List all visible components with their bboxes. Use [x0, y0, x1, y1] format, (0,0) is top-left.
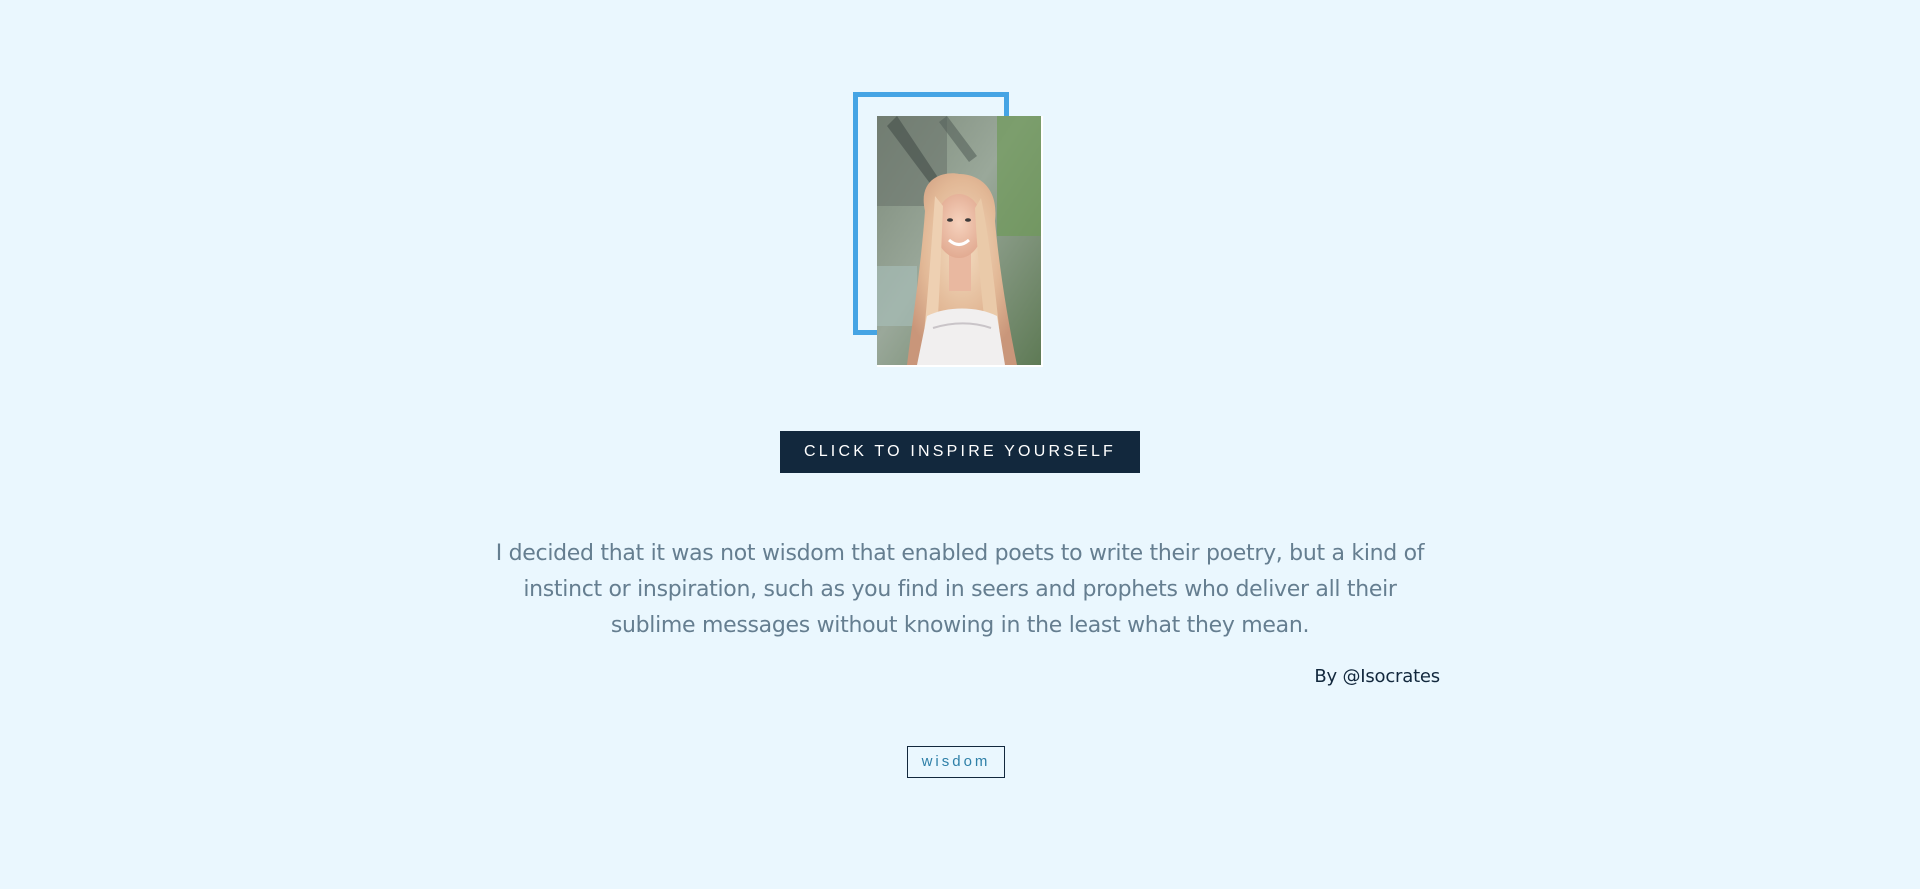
page: CLICK TO INSPIRE YOURSELF I decided that… — [0, 0, 1920, 889]
profile-photo — [877, 116, 1043, 367]
tag-wisdom[interactable]: wisdom — [907, 746, 1005, 778]
quote-text: I decided that it was not wisdom that en… — [495, 541, 1425, 638]
profile-photo-block — [853, 92, 1043, 367]
portrait-image — [877, 116, 1041, 365]
inspire-button[interactable]: CLICK TO INSPIRE YOURSELF — [780, 431, 1140, 473]
quote-author: By @Isocrates — [1314, 666, 1440, 687]
